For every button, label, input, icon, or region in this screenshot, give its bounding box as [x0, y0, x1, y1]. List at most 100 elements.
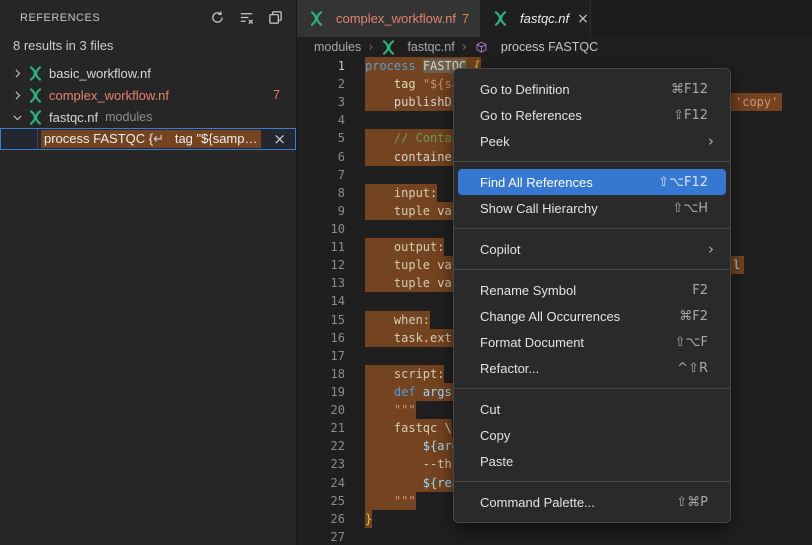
code-fragment-tail: 'copy': [731, 93, 782, 111]
close-tab-icon[interactable]: ×: [577, 11, 589, 27]
match-code: process FASTQC {: [44, 131, 153, 146]
code-token: process: [365, 59, 416, 73]
line-number: 18: [297, 365, 345, 383]
menu-separator: [454, 228, 730, 229]
line-number: 15: [297, 311, 345, 329]
line-number: 23: [297, 455, 345, 473]
code-token: [416, 77, 423, 91]
chevron-right-icon[interactable]: [9, 65, 25, 81]
code-token: def: [394, 385, 416, 399]
code-token: when:: [365, 313, 430, 327]
file-name: basic_workflow.nf: [49, 66, 151, 81]
reference-match-row[interactable]: process FASTQC {↵ tag "${samp… ×: [0, 128, 296, 150]
code-line-content: output:: [365, 238, 444, 256]
line-number: 26: [297, 510, 345, 528]
reference-match-text: process FASTQC {↵ tag "${samp…: [41, 130, 261, 148]
menu-item-copy[interactable]: Copy: [458, 422, 726, 448]
menu-item-go-to-definition[interactable]: Go to Definition⌘F12: [458, 76, 726, 102]
code-token: [416, 59, 423, 73]
breadcrumb-separator: ›: [462, 40, 467, 55]
code-token: args: [423, 385, 452, 399]
tab-label: fastqc.nf: [520, 11, 569, 26]
menu-item-find-all-references[interactable]: Find All References⇧⌥F12: [458, 169, 726, 195]
menu-item-shortcut: ⇧F12: [673, 108, 708, 123]
tab-fastqc[interactable]: fastqc.nf ×: [481, 0, 591, 37]
code-token: """: [365, 403, 416, 417]
nextflow-file-icon: [380, 39, 396, 55]
line-number: 16: [297, 329, 345, 347]
menu-item-copilot[interactable]: Copilot›: [458, 236, 726, 262]
menu-item-shortcut: F2: [692, 283, 708, 298]
menu-item-shortcut: ⇧⌥F12: [658, 175, 708, 190]
menu-item-cut[interactable]: Cut: [458, 396, 726, 422]
menu-item-show-call-hierarchy[interactable]: Show Call Hierarchy⇧⌥H: [458, 195, 726, 221]
menu-item-change-all-occurrences[interactable]: Change All Occurrences⌘F2: [458, 303, 726, 329]
references-file-list: basic_workflow.nf complex_workflow.nf7fas…: [0, 62, 296, 128]
line-number: 3: [297, 93, 345, 111]
menu-item-label: Refactor...: [480, 361, 677, 376]
code-line-content: """: [365, 492, 416, 510]
line-number: 6: [297, 148, 345, 166]
menu-item-label: Rename Symbol: [480, 283, 692, 298]
menu-item-shortcut: ⇧⌘P: [676, 495, 708, 510]
chevron-down-icon[interactable]: [9, 109, 25, 125]
menu-item-label: Command Palette...: [480, 495, 676, 510]
chevron-right-icon[interactable]: [9, 87, 25, 103]
menu-item-label: Copilot: [480, 242, 708, 257]
menu-item-format-document[interactable]: Format Document⇧⌥F: [458, 329, 726, 355]
code-token: [365, 385, 394, 399]
line-number: 19: [297, 383, 345, 401]
menu-item-peek[interactable]: Peek›: [458, 128, 726, 154]
menu-separator: [454, 161, 730, 162]
file-name: complex_workflow.nf: [49, 88, 169, 103]
menu-item-command-palette[interactable]: Command Palette...⇧⌘P: [458, 489, 726, 515]
tab-complex-workflow[interactable]: complex_workflow.nf 7: [297, 0, 481, 37]
menu-item-label: Change All Occurrences: [480, 309, 679, 324]
menu-item-label: Cut: [480, 402, 708, 417]
panel-title: REFERENCES: [20, 12, 206, 24]
file-row-complex-workflow-nf[interactable]: complex_workflow.nf7: [0, 84, 296, 106]
code-line-content: script:: [365, 365, 444, 383]
editor-tab-bar: complex_workflow.nf 7 fastqc.nf ×: [297, 0, 812, 37]
menu-item-label: Go to References: [480, 108, 673, 123]
menu-separator: [454, 481, 730, 482]
menu-item-label: Paste: [480, 454, 708, 469]
menu-item-shortcut: ⌘F2: [679, 309, 708, 324]
file-row-fastqc-nf[interactable]: fastqc.nfmodules: [0, 106, 296, 128]
menu-item-label: Go to Definition: [480, 82, 671, 97]
menu-item-shortcut: ⇧⌥F: [675, 335, 708, 350]
file-row-basic-workflow-nf[interactable]: basic_workflow.nf: [0, 62, 296, 84]
panel-toolbar: [206, 7, 286, 29]
menu-item-shortcut: ⌘F12: [671, 82, 708, 97]
clear-all-button[interactable]: [235, 7, 257, 29]
code-token: [365, 476, 423, 490]
breadcrumb-modules[interactable]: modules: [314, 40, 361, 54]
line-number: 5: [297, 129, 345, 147]
nextflow-file-icon: [27, 65, 43, 81]
code-token: [365, 131, 394, 145]
breadcrumb-fastqc[interactable]: fastqc.nf: [380, 39, 454, 55]
line-number: 17: [297, 347, 345, 365]
line-number: 12: [297, 256, 345, 274]
menu-item-refactor[interactable]: Refactor...^⇧R: [458, 355, 726, 381]
code-token: fastqc \: [365, 421, 452, 435]
menu-item-paste[interactable]: Paste: [458, 448, 726, 474]
refresh-button[interactable]: [206, 7, 228, 29]
code-token: tag: [394, 77, 416, 91]
code-line[interactable]: 27: [297, 528, 812, 545]
line-number: 7: [297, 166, 345, 184]
collapse-all-button[interactable]: [264, 7, 286, 29]
process-symbol-icon: [474, 39, 490, 55]
tab-result-count: 7: [462, 12, 469, 26]
menu-item-rename-symbol[interactable]: Rename SymbolF2: [458, 277, 726, 303]
breadcrumb-symbol[interactable]: process FASTQC: [474, 39, 598, 55]
dismiss-match-icon[interactable]: ×: [273, 130, 286, 148]
menu-item-go-to-references[interactable]: Go to References⇧F12: [458, 102, 726, 128]
code-token: """: [365, 494, 416, 508]
line-number: 11: [297, 238, 345, 256]
code-token: script:: [365, 367, 444, 381]
line-number: 14: [297, 292, 345, 310]
menu-item-label: Peek: [480, 134, 708, 149]
menu-item-label: Show Call Hierarchy: [480, 201, 672, 216]
code-token: input:: [365, 186, 437, 200]
